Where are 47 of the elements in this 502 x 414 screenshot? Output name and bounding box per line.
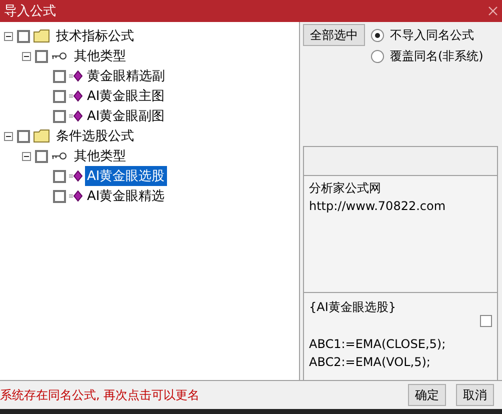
formula-icon bbox=[69, 170, 83, 182]
checkbox[interactable] bbox=[35, 50, 48, 62]
tree-item-label[interactable]: AI黄金眼副图 bbox=[85, 106, 167, 126]
collapse-toggle[interactable] bbox=[22, 52, 31, 60]
checkbox[interactable] bbox=[480, 315, 492, 327]
checkbox[interactable] bbox=[53, 190, 66, 202]
key-icon bbox=[51, 51, 68, 61]
code-line: ABC2:=EMA(VOL,5); bbox=[309, 355, 432, 370]
collapse-toggle[interactable] bbox=[4, 32, 13, 40]
tree-item-label[interactable]: 其他类型 bbox=[72, 146, 128, 166]
checkbox[interactable] bbox=[53, 170, 66, 182]
close-icon[interactable] bbox=[488, 6, 498, 16]
tree-item-label[interactable]: AI黄金眼主图 bbox=[85, 86, 167, 106]
tree-item-label[interactable]: 条件选股公式 bbox=[54, 126, 136, 146]
formula-icon bbox=[69, 190, 83, 202]
folder-icon bbox=[33, 29, 50, 43]
status-message: 系统存在同名公式, 再次点击可以更名 bbox=[0, 386, 200, 404]
tree-item-label[interactable]: AI黄金眼选股 bbox=[85, 166, 167, 186]
checkbox[interactable] bbox=[53, 70, 66, 82]
tree-item-label[interactable]: 其他类型 bbox=[72, 46, 128, 66]
radio-button[interactable] bbox=[371, 29, 384, 42]
tree-item-label[interactable]: 技术指标公式 bbox=[54, 26, 136, 46]
dialog-button[interactable]: 取消 bbox=[456, 384, 494, 406]
tree-item-label[interactable]: 黄金眼精选副 bbox=[85, 66, 167, 86]
checkbox[interactable] bbox=[17, 130, 30, 142]
info-text: 分析家公式网 bbox=[309, 180, 382, 197]
radio-label[interactable]: 不导入同名公式 bbox=[390, 27, 474, 44]
collapse-toggle[interactable] bbox=[22, 152, 31, 160]
radio-label[interactable]: 覆盖同名(非系统) bbox=[390, 48, 484, 65]
checkbox[interactable] bbox=[17, 30, 30, 42]
info-text: http://www.70822.com bbox=[309, 199, 447, 214]
select-all-button[interactable]: 全部选中 bbox=[303, 24, 365, 46]
window-title: 导入公式 bbox=[4, 3, 56, 20]
tree-item-label[interactable]: AI黄金眼精选 bbox=[85, 186, 167, 206]
formula-icon bbox=[69, 70, 83, 82]
checkbox[interactable] bbox=[35, 150, 48, 162]
checkbox[interactable] bbox=[53, 110, 66, 122]
dialog-button[interactable]: 确定 bbox=[408, 384, 446, 406]
code-line: {AI黄金眼选股} bbox=[309, 299, 398, 316]
formula-icon bbox=[69, 90, 83, 102]
collapse-toggle[interactable] bbox=[4, 132, 13, 140]
key-icon bbox=[51, 151, 68, 161]
radio-button[interactable] bbox=[371, 50, 384, 63]
formula-icon bbox=[69, 110, 83, 122]
checkbox[interactable] bbox=[53, 90, 66, 102]
folder-icon bbox=[33, 129, 50, 143]
code-line: ABC1:=EMA(CLOSE,5); bbox=[309, 337, 447, 352]
